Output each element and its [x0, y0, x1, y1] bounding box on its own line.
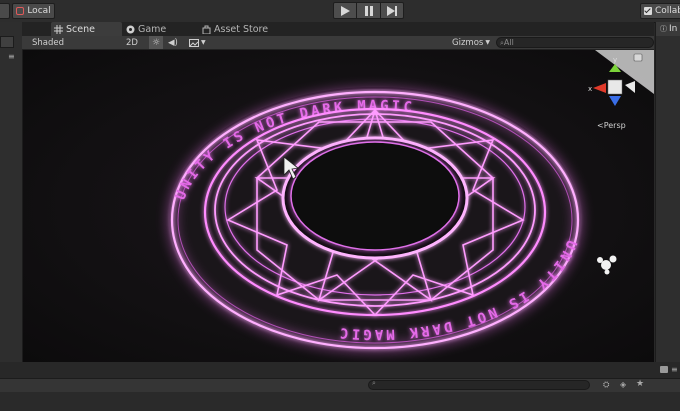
info-icon: ⓘ	[660, 25, 667, 33]
grid-icon	[54, 24, 63, 34]
tab-game-label: Game	[138, 23, 167, 35]
effects-dropdown[interactable]: ▼	[189, 36, 206, 49]
lock-icon[interactable]	[633, 53, 643, 62]
project-search-input[interactable]: ⌕	[368, 379, 590, 390]
left-panel-field[interactable]	[0, 36, 14, 48]
local-label: Local	[27, 6, 51, 16]
tab-inspector-label: In	[669, 24, 678, 34]
store-icon	[202, 25, 211, 34]
pivot-local-toggle[interactable]: Local	[12, 3, 55, 19]
local-icon	[16, 7, 25, 15]
favorite-icon[interactable]: ★	[636, 379, 644, 389]
pause-button[interactable]	[356, 2, 381, 19]
audio-toggle[interactable]: ◀)	[168, 36, 178, 49]
play-icon	[341, 5, 350, 16]
mode-2d-toggle[interactable]: 2D	[126, 36, 138, 49]
collab-button[interactable]: Collab	[640, 3, 680, 19]
speaker-icon: ◀)	[168, 37, 178, 48]
pause-icon	[364, 5, 373, 16]
bottom-panel-tabs: ≡	[0, 362, 680, 378]
lock-icon[interactable]	[660, 366, 668, 373]
project-panel	[0, 392, 680, 411]
tab-game[interactable]: Game	[126, 22, 166, 36]
main-toolbar: Local Collab	[0, 0, 680, 23]
particle-system-icon[interactable]	[597, 255, 617, 275]
step-button[interactable]	[380, 2, 404, 19]
collab-label: Collab	[654, 6, 680, 16]
tab-bar: Scene Game Asset Store	[22, 22, 654, 36]
tag-icon[interactable]: ◈	[620, 380, 626, 389]
projection-label[interactable]: <Persp	[597, 121, 626, 130]
search-icon: ⌕	[372, 379, 376, 387]
tab-asset-label: Asset Store	[214, 23, 269, 35]
checkbox-icon	[644, 7, 652, 15]
toolbar-dropdown[interactable]	[0, 3, 10, 19]
mode-2d-label: 2D	[126, 37, 138, 48]
project-toolbar: ⌕ ⛭ ◈ ★	[0, 378, 680, 393]
scene-toolbar: Shaded 2D ☼ ◀) ▼ Gizmos ▼ ⌕All	[22, 36, 654, 50]
game-icon	[126, 25, 135, 33]
play-button[interactable]	[333, 2, 357, 19]
tab-scene-label: Scene	[66, 23, 95, 35]
gizmos-label: Gizmos	[452, 37, 484, 48]
axis-x-label: x	[588, 85, 592, 93]
tab-scene[interactable]: Scene	[51, 22, 122, 36]
axis-x-icon[interactable]	[593, 83, 606, 93]
step-icon	[386, 5, 397, 16]
search-placeholder: All	[503, 38, 514, 47]
magic-circle: UNITY IS NOT DARK MAGIC UNITY IS NOT DAR…	[169, 50, 654, 351]
menu-icon[interactable]: ≡	[8, 52, 18, 62]
image-icon	[189, 38, 199, 47]
menu-icon[interactable]: ≡	[671, 365, 678, 374]
scene-orientation-gizmo[interactable]: y x <Persp	[588, 50, 654, 130]
axis-y-label: y	[613, 56, 617, 64]
sun-icon: ☼	[151, 37, 161, 48]
shading-mode-dropdown[interactable]: Shaded	[32, 36, 110, 49]
scene-viewport[interactable]: UNITY IS NOT DARK MAGIC UNITY IS NOT DAR…	[23, 50, 654, 362]
inspector-panel: ⓘ In	[655, 22, 680, 362]
shading-mode-label: Shaded	[32, 37, 65, 48]
filter-type-icon[interactable]: ⛭	[603, 380, 609, 390]
chevron-down-icon: ▼	[485, 39, 490, 46]
gizmos-dropdown[interactable]: Gizmos ▼	[452, 36, 490, 49]
left-panel: ≡	[0, 22, 23, 362]
chevron-down-icon: ▼	[201, 39, 206, 46]
lighting-toggle[interactable]: ☼	[149, 36, 163, 49]
axis-z-icon[interactable]	[609, 96, 621, 106]
tab-asset-store[interactable]: Asset Store	[202, 22, 268, 36]
scene-search-input[interactable]: ⌕All	[496, 37, 654, 48]
tab-inspector[interactable]: ⓘ In	[656, 22, 680, 36]
